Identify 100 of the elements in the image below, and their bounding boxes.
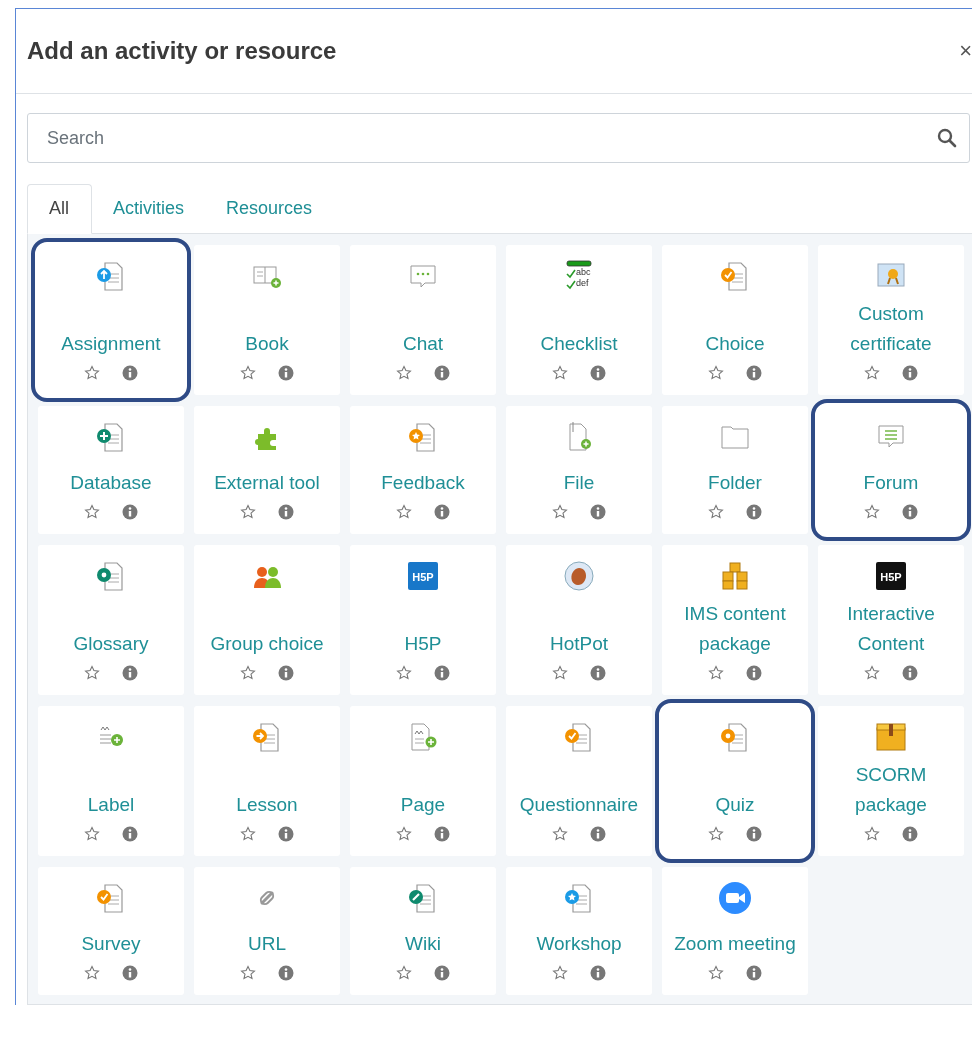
activity-card[interactable]: Label <box>38 706 184 856</box>
activity-name[interactable]: Assignment <box>41 323 181 359</box>
activity-card[interactable]: Survey <box>38 867 184 995</box>
star-icon[interactable] <box>552 965 568 981</box>
activity-card[interactable]: Choice <box>662 245 808 395</box>
star-icon[interactable] <box>240 504 256 520</box>
info-icon[interactable] <box>434 365 450 381</box>
info-icon[interactable] <box>746 965 762 981</box>
info-icon[interactable] <box>746 365 762 381</box>
activity-card[interactable]: Workshop <box>506 867 652 995</box>
info-icon[interactable] <box>590 665 606 681</box>
info-icon[interactable] <box>278 665 294 681</box>
activity-name[interactable]: Chat <box>353 323 493 359</box>
activity-name[interactable]: Page <box>353 784 493 820</box>
activity-card[interactable]: Lesson <box>194 706 340 856</box>
activity-card[interactable]: abc def Checklist <box>506 245 652 395</box>
star-icon[interactable] <box>708 826 724 842</box>
activity-name[interactable]: Checklist <box>509 323 649 359</box>
star-icon[interactable] <box>396 826 412 842</box>
star-icon[interactable] <box>864 365 880 381</box>
activity-name[interactable]: HotPot <box>509 623 649 659</box>
activity-name[interactable]: Book <box>197 323 337 359</box>
activity-card[interactable]: HotPot <box>506 545 652 695</box>
activity-name[interactable]: Feedback <box>353 462 493 498</box>
activity-card[interactable]: External tool <box>194 406 340 534</box>
activity-card[interactable]: IMS content package <box>662 545 808 695</box>
star-icon[interactable] <box>396 665 412 681</box>
info-icon[interactable] <box>746 826 762 842</box>
star-icon[interactable] <box>708 504 724 520</box>
info-icon[interactable] <box>902 504 918 520</box>
star-icon[interactable] <box>864 665 880 681</box>
info-icon[interactable] <box>434 665 450 681</box>
activity-name[interactable]: Wiki <box>353 923 493 959</box>
activity-name[interactable]: Forum <box>821 462 961 498</box>
star-icon[interactable] <box>84 965 100 981</box>
activity-card[interactable]: URL <box>194 867 340 995</box>
activity-card[interactable]: Feedback <box>350 406 496 534</box>
activity-card[interactable]: Glossary <box>38 545 184 695</box>
star-icon[interactable] <box>552 665 568 681</box>
info-icon[interactable] <box>122 665 138 681</box>
star-icon[interactable] <box>708 665 724 681</box>
search-icon[interactable] <box>937 128 957 148</box>
activity-name[interactable]: Folder <box>665 462 805 498</box>
activity-card[interactable]: Custom certificate <box>818 245 964 395</box>
star-icon[interactable] <box>864 826 880 842</box>
star-icon[interactable] <box>240 365 256 381</box>
star-icon[interactable] <box>84 665 100 681</box>
info-icon[interactable] <box>590 826 606 842</box>
activity-name[interactable]: Survey <box>41 923 181 959</box>
info-icon[interactable] <box>590 504 606 520</box>
info-icon[interactable] <box>590 365 606 381</box>
activity-card[interactable]: Folder <box>662 406 808 534</box>
activity-name[interactable]: IMS content package <box>665 593 805 659</box>
info-icon[interactable] <box>278 826 294 842</box>
activity-name[interactable]: Group choice <box>197 623 337 659</box>
activity-card[interactable]: Group choice <box>194 545 340 695</box>
activity-card[interactable]: Page <box>350 706 496 856</box>
activity-card[interactable]: Quiz <box>655 699 815 863</box>
info-icon[interactable] <box>902 665 918 681</box>
info-icon[interactable] <box>902 365 918 381</box>
tab[interactable]: All <box>27 184 92 234</box>
info-icon[interactable] <box>122 365 138 381</box>
activity-card[interactable]: H5P Interactive Content <box>818 545 964 695</box>
activity-card[interactable]: Wiki <box>350 867 496 995</box>
activity-name[interactable]: Questionnaire <box>509 784 649 820</box>
star-icon[interactable] <box>708 965 724 981</box>
activity-name[interactable]: URL <box>197 923 337 959</box>
star-icon[interactable] <box>84 365 100 381</box>
activity-card[interactable]: Database <box>38 406 184 534</box>
info-icon[interactable] <box>746 504 762 520</box>
activity-name[interactable]: Glossary <box>41 623 181 659</box>
activity-card[interactable]: Zoom meeting <box>662 867 808 995</box>
star-icon[interactable] <box>396 365 412 381</box>
activity-name[interactable]: H5P <box>353 623 493 659</box>
activity-name[interactable]: Database <box>41 462 181 498</box>
activity-name[interactable]: Zoom meeting <box>665 923 805 959</box>
info-icon[interactable] <box>746 665 762 681</box>
star-icon[interactable] <box>240 665 256 681</box>
info-icon[interactable] <box>434 965 450 981</box>
star-icon[interactable] <box>84 826 100 842</box>
activity-name[interactable]: Custom certificate <box>821 293 961 359</box>
activity-name[interactable]: Quiz <box>665 784 805 820</box>
star-icon[interactable] <box>552 504 568 520</box>
close-button[interactable]: × <box>959 38 972 64</box>
info-icon[interactable] <box>902 826 918 842</box>
star-icon[interactable] <box>552 826 568 842</box>
star-icon[interactable] <box>240 965 256 981</box>
activity-card[interactable]: Assignment <box>31 238 191 402</box>
activity-name[interactable]: SCORM package <box>821 754 961 820</box>
activity-name[interactable]: Label <box>41 784 181 820</box>
activity-card[interactable]: Book <box>194 245 340 395</box>
star-icon[interactable] <box>396 965 412 981</box>
activity-name[interactable]: Workshop <box>509 923 649 959</box>
tab[interactable]: Resources <box>205 184 334 234</box>
activity-card[interactable]: File <box>506 406 652 534</box>
info-icon[interactable] <box>434 826 450 842</box>
activity-card[interactable]: Questionnaire <box>506 706 652 856</box>
star-icon[interactable] <box>552 365 568 381</box>
activity-name[interactable]: Interactive Content <box>821 593 961 659</box>
info-icon[interactable] <box>122 965 138 981</box>
